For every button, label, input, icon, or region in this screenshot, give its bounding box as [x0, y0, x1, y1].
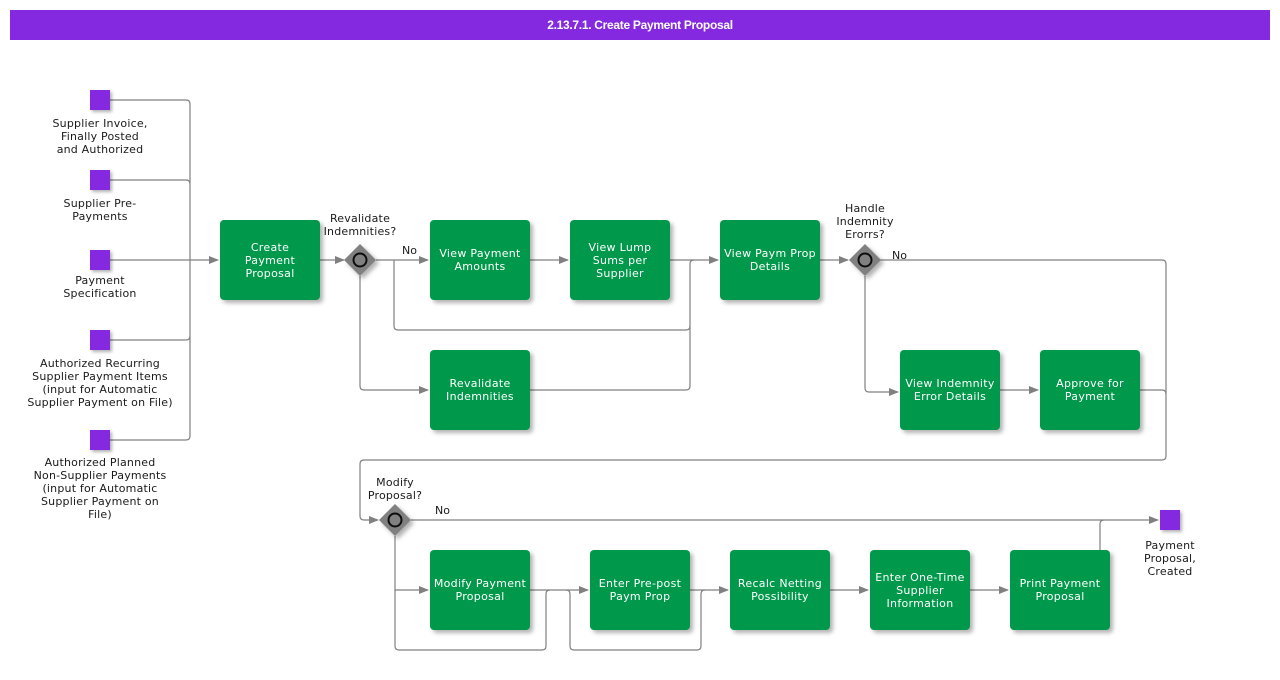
flow-input-4: [110, 335, 191, 341]
gateway-modify-no-label: No: [435, 504, 450, 517]
start-event-label: Supplier Invoice, Finally Posted and Aut…: [52, 117, 148, 156]
gateway-revalidate[interactable]: [344, 244, 376, 276]
task-label: Approve for Payment: [1056, 377, 1124, 403]
start-event-payment-specification[interactable]: [90, 250, 110, 270]
gateway-revalidate-label: Revalidate Indemnities?: [323, 212, 397, 238]
task-print-payment-proposal[interactable]: Print Payment Proposal: [1010, 550, 1110, 630]
task-enter-one-time-supplier[interactable]: Enter One-Time Supplier Information: [870, 550, 970, 630]
task-view-payment-amounts[interactable]: View Payment Amounts: [430, 220, 530, 300]
task-create-payment-proposal[interactable]: Create Payment Proposal: [220, 220, 320, 300]
end-event-payment-proposal-created[interactable]: [1160, 510, 1180, 530]
flow-print-to-end: [1099, 519, 1105, 550]
start-event-recurring-items[interactable]: [90, 330, 110, 350]
task-view-lump-sums[interactable]: View Lump Sums per Supplier: [570, 220, 670, 300]
task-revalidate-indemnities[interactable]: Revalidate Indemnities: [430, 350, 530, 430]
task-modify-payment-proposal[interactable]: Modify Payment Proposal: [430, 550, 530, 630]
task-label: Recalc Netting Possibility: [737, 577, 823, 603]
gateway-revalidate-no-label: No: [402, 244, 417, 257]
task-view-paym-prop-details[interactable]: View Paym Prop Details: [720, 220, 820, 300]
start-event-label: Authorized Planned Non-Supplier Payments…: [33, 456, 167, 521]
gateway-modify-label: Modify Proposal?: [367, 476, 423, 502]
start-event-supplier-invoice[interactable]: [90, 90, 110, 110]
start-event-label: Supplier Pre- Payments: [63, 197, 137, 223]
task-label: Create Payment Proposal: [244, 240, 296, 280]
task-label: View Lump Sums per Supplier: [588, 240, 652, 280]
gateway-modify[interactable]: [379, 504, 411, 536]
flow-gw2-yes: [864, 276, 899, 396]
gateway-handle-errors[interactable]: [849, 244, 881, 276]
task-view-indemnity-error-details[interactable]: View Indemnity Error Details: [900, 350, 1000, 430]
task-label: Revalidate Indemnities: [446, 377, 514, 403]
task-label: Print Payment Proposal: [1019, 577, 1101, 603]
task-label: View Payment Amounts: [439, 247, 521, 273]
start-event-label: Payment Specification: [63, 274, 137, 300]
task-label: View Indemnity Error Details: [905, 377, 995, 403]
start-event-label: Authorized Recurring Supplier Payment It…: [27, 357, 173, 409]
end-event-label: Payment Proposal, Created: [1144, 539, 1196, 578]
task-enter-prepost-paym-prop[interactable]: Enter Pre-post Paym Prop: [590, 550, 690, 630]
flow-approve-join: [1140, 389, 1167, 395]
task-label: Modify Payment Proposal: [433, 577, 527, 603]
flow-input-2: [110, 179, 191, 185]
gateway-handle-errors-no-label: No: [892, 249, 907, 262]
task-approve-for-payment[interactable]: Approve for Payment: [1040, 350, 1140, 430]
task-label: Enter One-Time Supplier Information: [875, 570, 965, 610]
gateway-handle-errors-label: Handle Indemnity Erorrs?: [836, 202, 894, 241]
task-label: View Paym Prop Details: [724, 247, 816, 273]
task-label: Enter Pre-post Paym Prop: [598, 577, 682, 603]
start-event-planned-payments[interactable]: [90, 430, 110, 450]
start-event-supplier-prepayments[interactable]: [90, 170, 110, 190]
flow-gw3-yes: [394, 536, 429, 594]
task-recalc-netting-possibility[interactable]: Recalc Netting Possibility: [730, 550, 830, 630]
